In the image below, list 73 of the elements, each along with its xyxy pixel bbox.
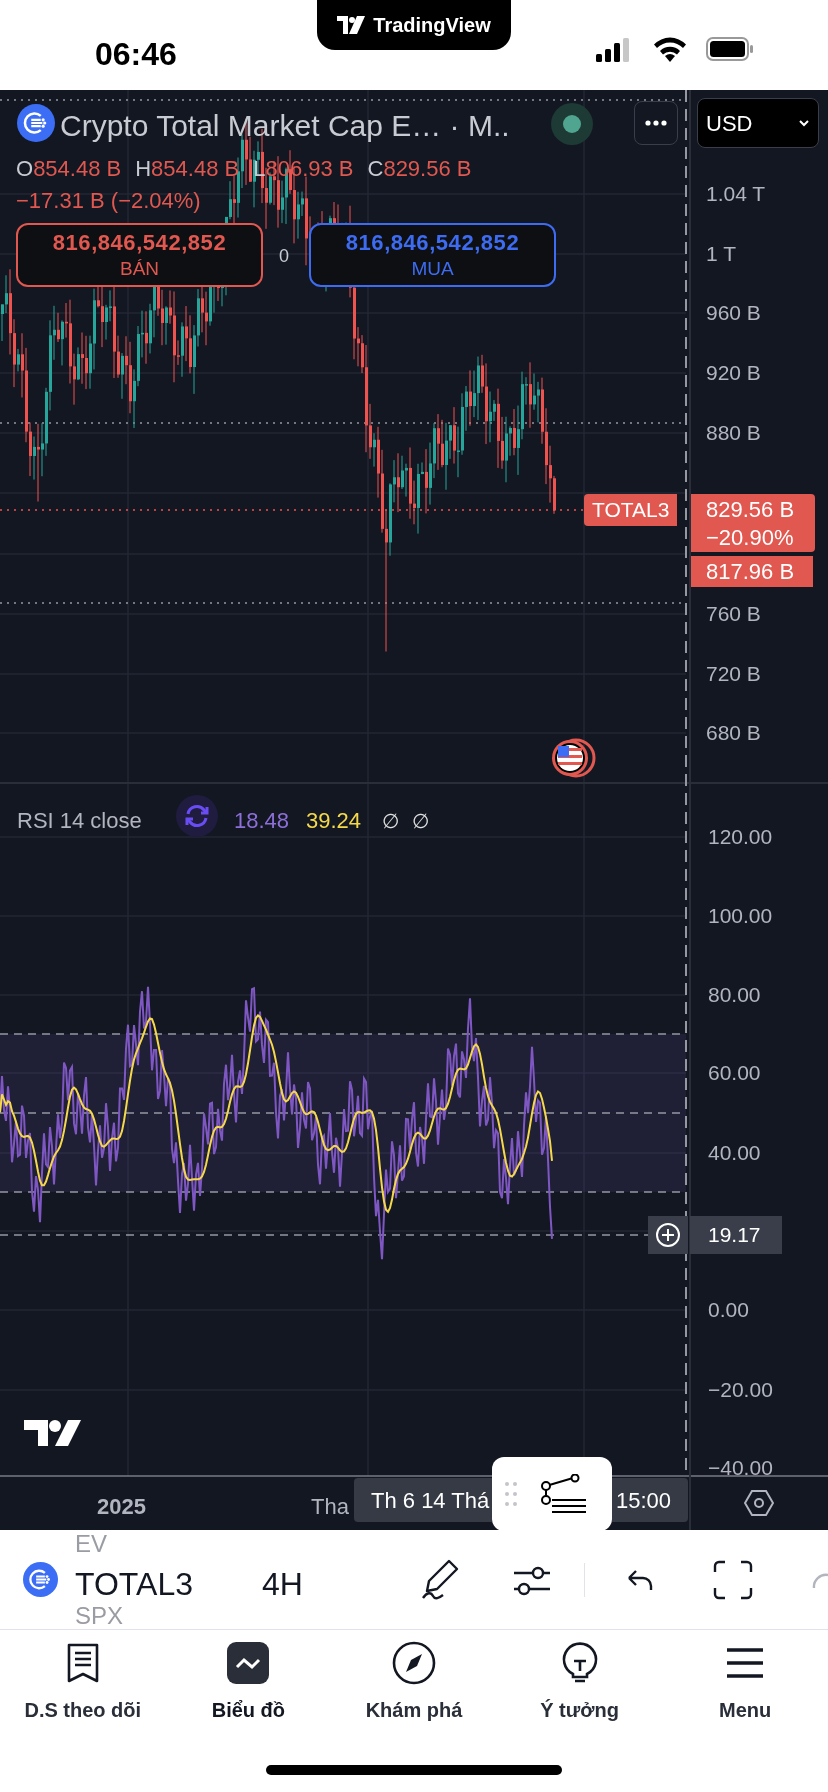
price-axis-label: 680 B [706, 722, 761, 743]
interval-button[interactable]: 4H [262, 1560, 303, 1608]
flag-badge-icon[interactable] [550, 738, 596, 778]
price-change: −17.31 B (−2.04%) [16, 187, 201, 215]
price-tag: 817.96 B [691, 556, 813, 587]
ohlc-value: O854.48 B [16, 155, 122, 183]
rsi-axis-label: 120.00 [708, 826, 773, 847]
wifi-icon [652, 36, 688, 62]
nav-tab[interactable]: Ý tưởng [496, 1641, 663, 1725]
refresh-icon[interactable] [176, 795, 218, 837]
price-axis-label: 960 B [706, 302, 761, 323]
price-axis-label: 760 B [706, 603, 761, 624]
plus-icon [655, 1222, 681, 1248]
fullscreen-icon[interactable] [713, 1560, 753, 1600]
nav-tab[interactable]: Menu [662, 1641, 828, 1725]
rsi-value: 18.48 [234, 807, 290, 835]
rsi-axis-label: −20.00 [708, 1379, 773, 1400]
price-axis-label: 920 B [706, 362, 761, 383]
ohlc-value: H854.48 B [135, 155, 240, 183]
tab-icon [392, 1641, 436, 1685]
percent-change-tag: −20.90% [706, 524, 815, 552]
sell-button[interactable]: 816,846,542,852 BÁN [16, 223, 263, 287]
price-axis-label: 880 B [706, 422, 761, 443]
buy-button[interactable]: 816,846,542,852 MUA [309, 223, 556, 287]
currency-dropdown[interactable]: USD [697, 98, 819, 148]
last-price-tag: 829.56 B [706, 496, 815, 524]
sliders-icon[interactable] [512, 1565, 552, 1597]
nav-tab[interactable]: D.S theo dõi [0, 1641, 166, 1725]
drag-handle-icon[interactable] [504, 1481, 518, 1507]
time-axis-label: Tha [311, 1493, 349, 1521]
time-axis-label: 2025 [97, 1493, 146, 1521]
rsi-na-value: ∅ [382, 809, 399, 834]
line-tool-icon[interactable] [540, 1474, 588, 1514]
chevron-down-icon [798, 119, 810, 127]
crosshair-time: Th 6 14 Thá [371, 1486, 490, 1515]
tab-icon [65, 1643, 100, 1683]
rsi-axis-label: −40.00 [708, 1457, 773, 1478]
app-name: TradingView [373, 13, 491, 38]
rsi-na-value: ∅ [412, 809, 429, 834]
rsi-axis-label: 80.00 [708, 984, 761, 1005]
logo-icon [22, 1418, 82, 1448]
crosshair-value-tag: 19.17 [690, 1216, 782, 1254]
tab-icon [725, 1647, 766, 1679]
drawing-tool-popup[interactable] [492, 1457, 612, 1530]
symbol-logo-icon [23, 1562, 58, 1597]
settings-icon[interactable] [744, 1489, 774, 1517]
add-button[interactable] [648, 1216, 688, 1254]
nav-tab[interactable]: Biểu đồ [165, 1641, 332, 1725]
rsi-axis-label: 40.00 [708, 1142, 761, 1163]
tab-icon [227, 1642, 270, 1684]
rsi-ma-value: 39.24 [306, 807, 362, 835]
signal-icon [596, 38, 630, 62]
picker-item: EV [75, 1532, 107, 1556]
ohlc-value: C829.56 B [367, 155, 472, 183]
battery-icon [706, 37, 754, 61]
undo-icon[interactable] [626, 1569, 654, 1591]
logo-icon [337, 16, 366, 34]
price-axis-label: 1.04 T [706, 183, 766, 204]
price-axis-label: 720 B [706, 663, 761, 684]
pencil-icon[interactable] [419, 1558, 461, 1600]
spread-value: 0 [279, 245, 289, 268]
symbol-logo-icon [17, 104, 55, 142]
nav-tab[interactable]: Khám phá [331, 1641, 497, 1725]
status-time: 06:46 [95, 35, 177, 74]
rsi-axis-label: 60.00 [708, 1062, 761, 1083]
rsi-axis-label: 0.00 [708, 1299, 749, 1320]
symbol-price-tag: TOTAL3 [584, 494, 678, 526]
rsi-axis-label: 100.00 [708, 905, 773, 926]
more-icon [645, 120, 667, 126]
price-axis-label: 1 T [706, 243, 736, 264]
rsi-title[interactable]: RSI 14 close [17, 804, 142, 837]
crosshair-time-end: 15:00 [615, 1486, 671, 1515]
more-button[interactable] [634, 101, 678, 145]
